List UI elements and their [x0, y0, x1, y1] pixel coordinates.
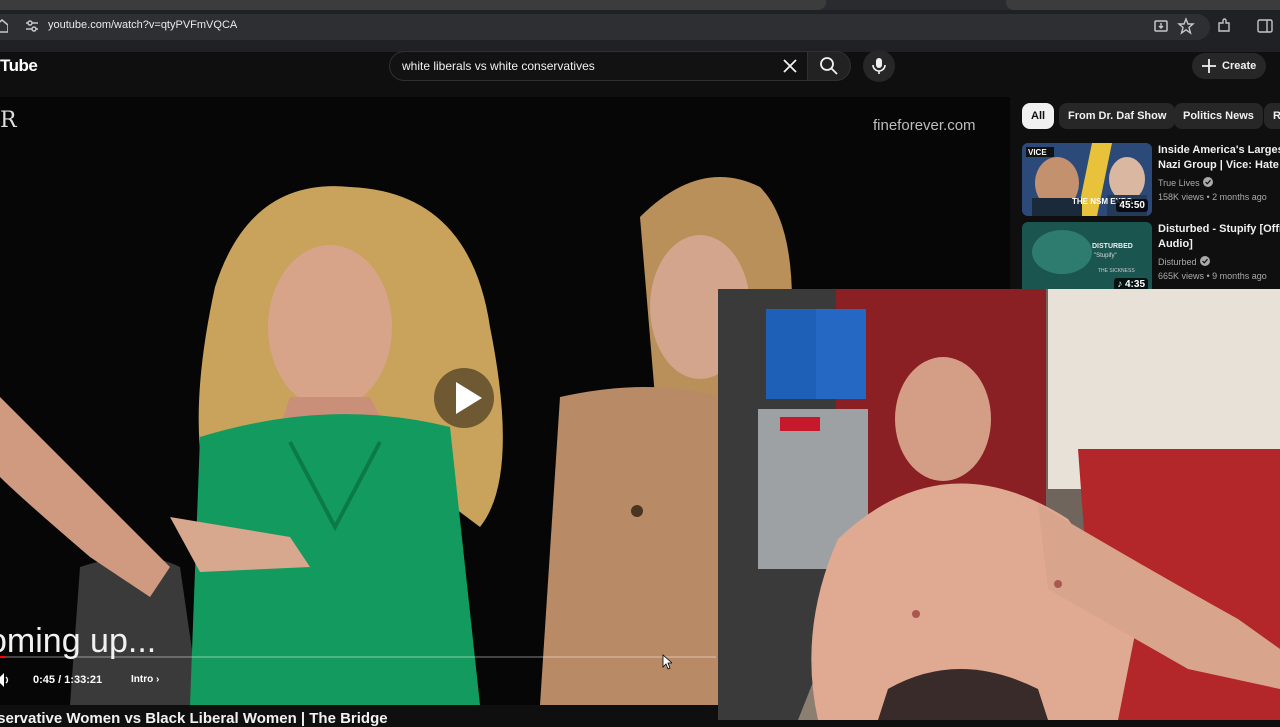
title-line: Inside America's Largest	[1158, 144, 1280, 156]
mouse-cursor-icon	[662, 654, 672, 670]
progress-bar[interactable]	[0, 656, 716, 658]
youtube-logo[interactable]: Tube	[0, 56, 38, 76]
search-query-text[interactable]: white liberals vs white conservatives	[402, 59, 595, 73]
chip-label: From Dr. Daf Show	[1068, 110, 1167, 122]
search-button[interactable]	[807, 51, 851, 81]
bookmark-star-icon[interactable]	[1177, 17, 1195, 35]
chapter-button[interactable]: Intro ›	[131, 674, 159, 685]
chip-label: All	[1031, 110, 1046, 122]
microphone-icon	[872, 58, 886, 74]
recommended-video[interactable]: VICE THE NSM EXPO 45:50 Inside America's…	[1022, 143, 1280, 218]
verified-icon	[1199, 256, 1210, 266]
video-meta: 665K views • 9 months ago	[1158, 271, 1267, 281]
side-panel-icon[interactable]	[1256, 17, 1274, 35]
chip-label: Politics News	[1183, 110, 1254, 122]
tab-strip	[0, 0, 1280, 10]
home-icon[interactable]	[0, 19, 8, 33]
progress-bar-fill	[0, 656, 6, 658]
thumbnail-album: THE SICKNESS	[1098, 268, 1135, 274]
time-display: 0:45 / 1:33:21	[33, 674, 103, 686]
title-line: Nazi Group | Vice: Hate T	[1158, 159, 1280, 171]
chip-all[interactable]: All	[1022, 103, 1055, 129]
chip-label: R	[1273, 110, 1280, 122]
chip-more[interactable]: R	[1264, 103, 1280, 129]
recommended-video[interactable]: DISTURBED "Stupify" THE SICKNESS ♪ 4:35 …	[1022, 222, 1280, 295]
active-tab[interactable]	[0, 0, 826, 10]
webcam-overlay	[718, 289, 1280, 720]
video-meta: 158K views • 2 months ago	[1158, 192, 1267, 202]
search-icon	[820, 57, 838, 75]
channel-name[interactable]: True Lives	[1158, 177, 1213, 188]
verified-icon	[1202, 177, 1213, 187]
thumbnail-subtitle: "Stupify"	[1094, 253, 1117, 259]
create-label: Create	[1222, 60, 1257, 72]
video-duration: 45:50	[1116, 199, 1148, 212]
video-thumbnail[interactable]: DISTURBED "Stupify" THE SICKNESS ♪ 4:35	[1022, 222, 1152, 295]
channel-watermark-logo: R	[0, 108, 17, 133]
title-line: Audio]	[1158, 238, 1193, 250]
title-line: Disturbed - Stupify [Offici	[1158, 223, 1280, 235]
site-info-icon[interactable]	[24, 18, 40, 34]
install-app-icon[interactable]	[1152, 17, 1170, 35]
plus-icon	[1202, 59, 1216, 73]
tab[interactable]	[1006, 0, 1280, 10]
channel-label: Disturbed	[1158, 257, 1197, 267]
play-icon[interactable]	[432, 366, 496, 430]
video-thumbnail[interactable]: VICE THE NSM EXPO 45:50	[1022, 143, 1152, 216]
video-watermark: fineforever.com	[873, 117, 976, 134]
volume-icon[interactable]	[0, 672, 10, 688]
channel-name[interactable]: Disturbed	[1158, 256, 1210, 267]
channel-label: True Lives	[1158, 178, 1200, 188]
clear-search-icon[interactable]	[781, 57, 799, 75]
chip-politics-news[interactable]: Politics News	[1174, 103, 1263, 129]
thumbnail-badge: VICE	[1028, 148, 1047, 157]
url-text[interactable]: youtube.com/watch?v=qtyPVFmVQCA	[48, 19, 237, 31]
video-title: nservative Women vs Black Liberal Women …	[0, 710, 388, 727]
webcam-image	[718, 289, 1280, 720]
voice-search-button[interactable]	[863, 50, 895, 82]
extensions-icon[interactable]	[1215, 17, 1233, 35]
create-button[interactable]: Create	[1192, 53, 1266, 79]
video-title[interactable]: Inside America's Largest Nazi Group | Vi…	[1158, 143, 1280, 173]
video-title[interactable]: Disturbed - Stupify [Offici Audio]	[1158, 222, 1280, 252]
thumbnail-caption: DISTURBED	[1092, 243, 1133, 250]
chapter-label: Intro	[131, 674, 154, 685]
chip-from-channel[interactable]: From Dr. Daf Show	[1059, 103, 1176, 129]
